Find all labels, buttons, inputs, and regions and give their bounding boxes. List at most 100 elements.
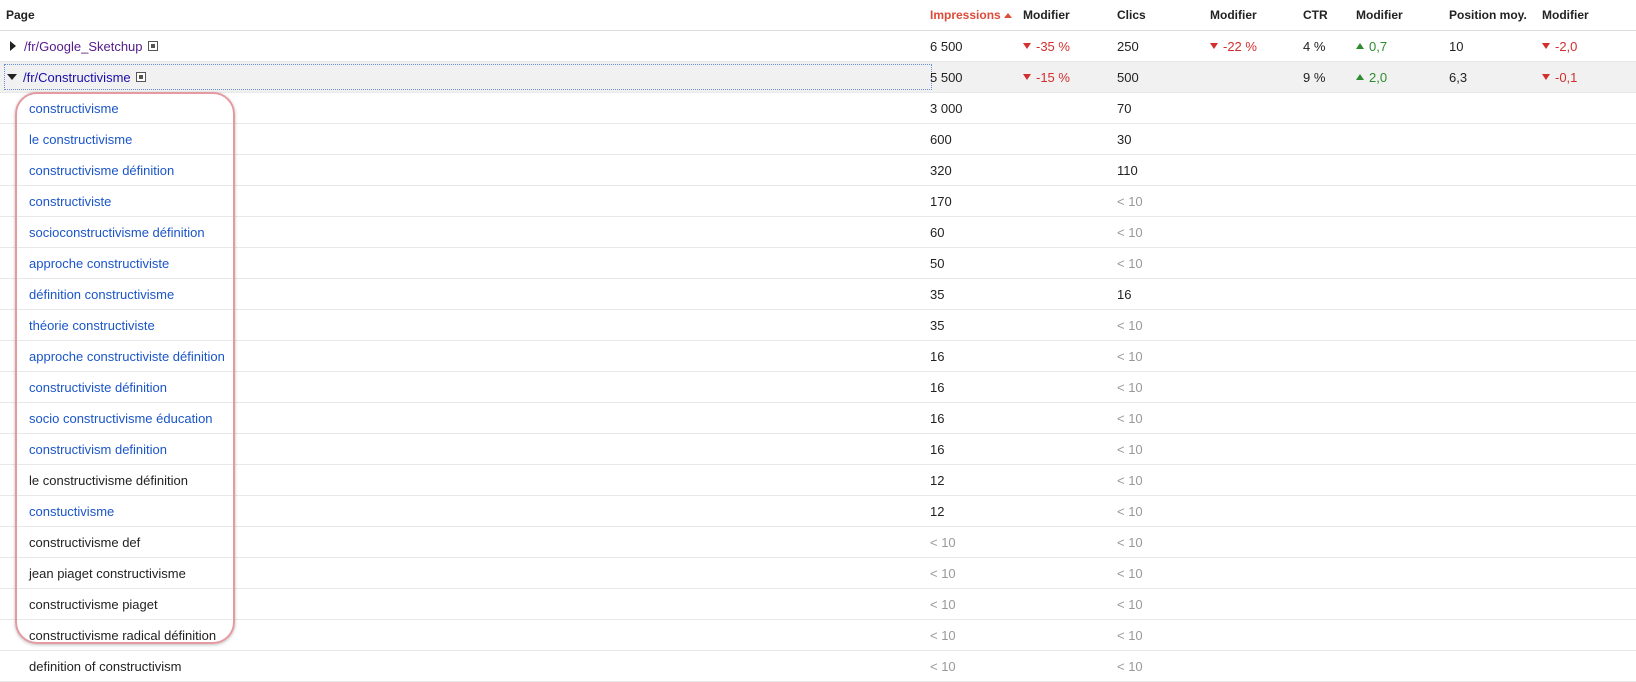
query-cell: socio constructivisme éducation xyxy=(0,403,930,433)
col-header-position[interactable]: Position moy. xyxy=(1449,0,1542,30)
query-link[interactable]: théorie constructiviste xyxy=(29,318,155,333)
query-row[interactable]: approche constructiviste 50 < 10 xyxy=(0,248,1636,279)
query-row[interactable]: definition of constructivism < 10 < 10 xyxy=(0,651,1636,682)
query-impressions: 16 xyxy=(930,410,945,426)
query-row[interactable]: le constructivisme définition 12 < 10 xyxy=(0,465,1636,496)
query-impressions: 600 xyxy=(930,131,952,147)
impressions-value: 6 500 xyxy=(930,38,963,54)
col-header-clicks-change[interactable]: Modifier xyxy=(1210,0,1303,30)
arrow-up-icon xyxy=(1356,74,1364,80)
query-impressions: 12 xyxy=(930,503,945,519)
query-row[interactable]: constructivisme piaget < 10 < 10 xyxy=(0,589,1636,620)
query-clicks: < 10 xyxy=(1117,658,1143,674)
query-cell: definition of constructivism xyxy=(0,651,930,681)
query-impressions: 60 xyxy=(930,224,945,240)
page-row-selected[interactable]: /fr/Constructivisme 5 500 -15 % 500 9 % … xyxy=(0,62,1636,93)
query-link[interactable]: approche constructiviste xyxy=(29,256,169,271)
query-row[interactable]: définition constructivisme 35 16 xyxy=(0,279,1636,310)
query-clicks: < 10 xyxy=(1117,534,1143,550)
query-row[interactable]: le constructivisme 600 30 xyxy=(0,124,1636,155)
query-link[interactable]: constructiviste xyxy=(29,194,111,209)
query-row[interactable]: constructivisme def < 10 < 10 xyxy=(0,527,1636,558)
query-impressions: < 10 xyxy=(930,596,956,612)
query-link[interactable]: constructiviste définition xyxy=(29,380,167,395)
query-impressions: 170 xyxy=(930,193,952,209)
query-row[interactable]: constructiviste définition 16 < 10 xyxy=(0,372,1636,403)
query-link[interactable]: socioconstructivisme définition xyxy=(29,225,205,240)
query-row[interactable]: théorie constructiviste 35 < 10 xyxy=(0,310,1636,341)
query-clicks: 110 xyxy=(1117,162,1138,178)
sort-ascending-icon xyxy=(1003,12,1012,18)
query-cell: approche constructiviste xyxy=(0,248,930,278)
col-header-ctr[interactable]: CTR xyxy=(1303,0,1356,30)
page-link[interactable]: /fr/Google_Sketchup xyxy=(24,39,143,54)
col-header-position-change[interactable]: Modifier xyxy=(1542,0,1636,30)
query-cell: constructivism definition xyxy=(0,434,930,464)
ctr-value: 4 % xyxy=(1303,38,1326,54)
col-header-impressions[interactable]: Impressions xyxy=(930,0,1023,30)
external-link-icon[interactable] xyxy=(147,41,158,51)
query-row[interactable]: jean piaget constructivisme < 10 < 10 xyxy=(0,558,1636,589)
query-link[interactable]: le constructivisme xyxy=(29,132,132,147)
query-clicks: < 10 xyxy=(1117,348,1143,364)
query-link[interactable]: définition constructivisme xyxy=(29,287,174,302)
query-text: constructivisme radical définition xyxy=(29,627,217,643)
col-header-clicks[interactable]: Clics xyxy=(1117,0,1210,30)
query-row[interactable]: constructiviste 170 < 10 xyxy=(0,186,1636,217)
query-clicks: < 10 xyxy=(1117,410,1143,426)
query-link[interactable]: constructivisme xyxy=(29,101,119,116)
query-cell: constructivisme radical définition xyxy=(0,620,930,650)
position-value: 6,3 xyxy=(1449,69,1468,85)
col-header-page[interactable]: Page xyxy=(0,0,930,30)
query-impressions: 3 000 xyxy=(930,100,963,116)
page-row[interactable]: /fr/Google_Sketchup 6 500 -35 % 250 -22 … xyxy=(0,31,1636,62)
query-row[interactable]: socio constructivisme éducation 16 < 10 xyxy=(0,403,1636,434)
query-row[interactable]: socioconstructivisme définition 60 < 10 xyxy=(0,217,1636,248)
query-clicks: < 10 xyxy=(1117,379,1143,395)
position-value: 10 xyxy=(1449,38,1464,54)
query-impressions: 35 xyxy=(930,317,945,333)
query-cell: constructiviste xyxy=(0,186,930,216)
query-cell: définition constructivisme xyxy=(0,279,930,309)
page-cell: /fr/Google_Sketchup xyxy=(0,31,930,61)
query-row[interactable]: approche constructiviste définition 16 < 1… xyxy=(0,341,1636,372)
query-clicks: < 10 xyxy=(1117,503,1143,519)
query-clicks: 70 xyxy=(1117,100,1132,116)
expand-triangle-icon[interactable] xyxy=(10,41,16,51)
query-impressions: 35 xyxy=(930,286,945,302)
query-link[interactable]: socio constructivisme éducation xyxy=(29,411,213,426)
query-cell: constructiviste définition xyxy=(0,372,930,402)
query-row[interactable]: constructivisme 3 000 70 xyxy=(0,93,1636,124)
query-clicks: < 10 xyxy=(1117,255,1143,271)
query-impressions: < 10 xyxy=(930,534,956,550)
query-row[interactable]: constructivism definition 16 < 10 xyxy=(0,434,1636,465)
clicks-value: 500 xyxy=(1117,69,1139,85)
query-impressions: 320 xyxy=(930,162,952,178)
query-link[interactable]: constructivisme définition xyxy=(29,163,174,178)
arrow-down-icon xyxy=(1023,43,1031,49)
query-row[interactable]: constructivisme définition 320 110 xyxy=(0,155,1636,186)
query-clicks: < 10 xyxy=(1117,627,1143,643)
query-text: jean piaget constructivisme xyxy=(29,565,186,581)
query-impressions: < 10 xyxy=(930,627,956,643)
external-link-icon[interactable] xyxy=(135,72,146,82)
query-text: constructivisme def xyxy=(29,534,141,550)
query-clicks: < 10 xyxy=(1117,596,1143,612)
query-cell: constructivisme def xyxy=(0,527,930,557)
query-text: le constructivisme définition xyxy=(29,472,188,488)
query-link[interactable]: approche constructiviste définition xyxy=(29,349,225,364)
query-link[interactable]: constuctivisme xyxy=(29,504,114,519)
query-cell: constructivisme piaget xyxy=(0,589,930,619)
query-link[interactable]: constructivism definition xyxy=(29,442,167,457)
query-row[interactable]: constuctivisme 12 < 10 xyxy=(0,496,1636,527)
col-header-impressions-change[interactable]: Modifier xyxy=(1023,0,1117,30)
query-text: constructivisme piaget xyxy=(29,596,158,612)
query-clicks: < 10 xyxy=(1117,224,1143,240)
query-clicks: < 10 xyxy=(1117,193,1143,209)
query-clicks: 16 xyxy=(1117,286,1132,302)
clicks-change: -22 % xyxy=(1210,31,1303,61)
query-cell: constructivisme xyxy=(0,93,930,123)
col-header-ctr-change[interactable]: Modifier xyxy=(1356,0,1449,30)
ctr-change: 0,7 xyxy=(1356,31,1449,61)
query-row[interactable]: constructivisme radical définition < 10 < … xyxy=(0,620,1636,651)
